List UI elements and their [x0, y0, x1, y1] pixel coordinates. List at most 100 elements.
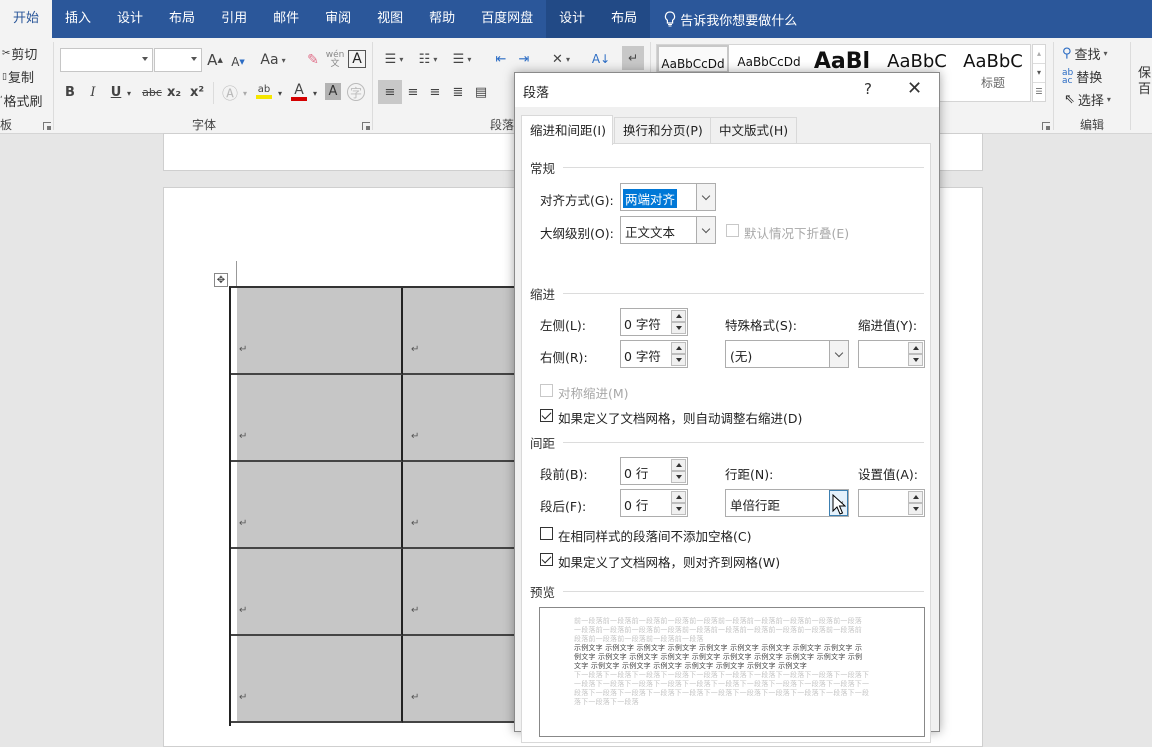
- spin-up-icon[interactable]: [671, 310, 686, 322]
- chevron-down-icon[interactable]: ▾: [311, 86, 319, 100]
- scroll-down-icon[interactable]: ▾: [1033, 63, 1045, 82]
- special-dropdown-button[interactable]: [829, 341, 848, 367]
- outline-level-select[interactable]: 正文文本: [620, 216, 716, 244]
- increase-indent-icon[interactable]: ⇥: [515, 50, 533, 68]
- styles-launcher-icon[interactable]: [1042, 122, 1050, 130]
- select-button[interactable]: ⇖ 选择 ▾: [1064, 90, 1111, 109]
- line-spacing-select[interactable]: 单倍行距: [725, 489, 849, 517]
- spacing-before-spinner[interactable]: 0 行: [620, 457, 688, 485]
- cut-button[interactable]: ✂ 剪切: [2, 44, 37, 63]
- alignment-select[interactable]: 两端对齐: [620, 183, 716, 211]
- tab-table-layout[interactable]: 布局: [598, 0, 651, 38]
- baidu-save-button[interactable]: 保百: [1138, 66, 1151, 98]
- underline-button[interactable]: U: [109, 82, 123, 102]
- font-name-combo[interactable]: [60, 48, 153, 72]
- phonetic-guide-icon[interactable]: wén 文: [326, 50, 345, 70]
- tell-me-box[interactable]: 告诉我你想要做什么: [650, 10, 797, 29]
- multilevel-list-icon[interactable]: ☰ ▾: [448, 50, 476, 68]
- font-launcher-icon[interactable]: [362, 122, 370, 130]
- tab-review[interactable]: 审阅: [312, 0, 364, 38]
- sort-icon[interactable]: A↓: [592, 48, 610, 70]
- close-button[interactable]: ✕: [907, 78, 922, 99]
- snap-to-grid-checkbox[interactable]: [540, 553, 553, 566]
- tab-baidu-netdisk[interactable]: 百度网盘: [468, 0, 546, 38]
- italic-button[interactable]: I: [86, 82, 100, 102]
- shrink-font-icon[interactable]: A ▼: [229, 52, 247, 72]
- style-item-normal[interactable]: AaBbCcDd: [657, 45, 729, 73]
- document-table[interactable]: ↵ ↵ ↵ ↵ ↵ ↵ ↵ ↵ ↵ ↵: [229, 286, 533, 726]
- font-color-icon[interactable]: A: [290, 82, 308, 102]
- character-border-icon[interactable]: A: [348, 50, 366, 68]
- scroll-up-icon[interactable]: ▴: [1033, 45, 1045, 63]
- alignment-dropdown-button[interactable]: [696, 184, 715, 210]
- asian-layout-icon[interactable]: ✕ ▾: [548, 50, 574, 68]
- tab-line-page-breaks[interactable]: 换行和分页(P): [614, 117, 712, 143]
- spin-down-icon[interactable]: [908, 354, 923, 366]
- strikethrough-button[interactable]: abc: [141, 82, 163, 102]
- tab-view[interactable]: 视图: [364, 0, 416, 38]
- find-button[interactable]: ⚲ 查找 ▾: [1062, 44, 1108, 63]
- align-left-icon[interactable]: ≡: [378, 80, 402, 104]
- at-spinner[interactable]: [858, 489, 925, 517]
- outline-dropdown-button[interactable]: [696, 217, 715, 243]
- chevron-down-icon[interactable]: ▾: [276, 86, 284, 100]
- table-cell[interactable]: ↵: [231, 375, 403, 462]
- spin-down-icon[interactable]: [908, 503, 923, 515]
- tab-table-design[interactable]: 设计: [546, 0, 599, 38]
- justify-icon[interactable]: ≣: [449, 82, 467, 102]
- bullets-icon[interactable]: ☰ ▾: [380, 50, 408, 68]
- grow-font-icon[interactable]: A ▲: [206, 50, 224, 70]
- clear-formatting-icon[interactable]: ✎: [304, 50, 322, 70]
- underline-dropdown-icon[interactable]: ▾: [125, 86, 133, 100]
- spin-up-icon[interactable]: [908, 491, 923, 503]
- help-button[interactable]: ?: [864, 80, 872, 98]
- superscript-button[interactable]: x²: [189, 82, 205, 102]
- tab-indents-spacing[interactable]: 缩进和间距(I): [521, 115, 613, 145]
- table-cell[interactable]: ↵: [231, 462, 403, 549]
- table-cell[interactable]: ↵: [231, 288, 403, 375]
- distributed-icon[interactable]: ▤: [472, 82, 490, 102]
- copy-button[interactable]: ▯ 复制: [2, 67, 34, 86]
- spin-down-icon[interactable]: [671, 322, 686, 334]
- spin-up-icon[interactable]: [671, 459, 686, 471]
- table-cell[interactable]: ↵: [231, 636, 403, 723]
- chevron-down-icon[interactable]: ▾: [241, 86, 249, 100]
- enclose-characters-icon[interactable]: 字: [347, 83, 365, 101]
- tab-design[interactable]: 设计: [104, 0, 156, 38]
- align-center-icon[interactable]: ≡: [404, 82, 422, 102]
- spin-up-icon[interactable]: [671, 342, 686, 354]
- spin-up-icon[interactable]: [671, 491, 686, 503]
- mirror-indent-checkbox[interactable]: [540, 384, 553, 397]
- tab-help[interactable]: 帮助: [416, 0, 468, 38]
- table-move-handle-icon[interactable]: ✥: [214, 273, 228, 287]
- style-item-title[interactable]: AaBbC 标题: [955, 45, 1031, 101]
- replace-button[interactable]: ab ac 替换: [1062, 67, 1102, 86]
- align-right-icon[interactable]: ≡: [426, 82, 444, 102]
- highlight-color-icon[interactable]: ab: [254, 82, 274, 102]
- no-space-same-style-checkbox[interactable]: [540, 527, 553, 540]
- spin-down-icon[interactable]: [671, 471, 686, 483]
- gallery-more-icon[interactable]: ☰: [1033, 82, 1045, 101]
- tab-references[interactable]: 引用: [208, 0, 260, 38]
- show-formatting-marks-icon[interactable]: ↵: [622, 46, 644, 70]
- character-shading-icon[interactable]: A: [325, 83, 341, 100]
- special-select[interactable]: (无): [725, 340, 849, 368]
- tab-insert[interactable]: 插入: [52, 0, 104, 38]
- font-size-combo[interactable]: [154, 48, 202, 72]
- collapse-checkbox[interactable]: [726, 224, 739, 237]
- bold-button[interactable]: B: [63, 82, 77, 102]
- tab-mailings[interactable]: 邮件: [260, 0, 312, 38]
- tab-home[interactable]: 开始: [0, 0, 53, 38]
- tab-layout[interactable]: 布局: [156, 0, 208, 38]
- subscript-button[interactable]: x₂: [166, 82, 182, 102]
- text-effects-icon[interactable]: Ⓐ: [221, 82, 239, 103]
- auto-adjust-indent-checkbox[interactable]: [540, 409, 553, 422]
- indent-by-spinner[interactable]: [858, 340, 925, 368]
- change-case-button[interactable]: Aa ▾: [258, 50, 288, 70]
- styles-scroll[interactable]: ▴ ▾ ☰: [1032, 44, 1046, 102]
- format-painter-button[interactable]: ʹ 格式刷: [0, 91, 43, 110]
- spacing-after-spinner[interactable]: 0 行: [620, 489, 688, 517]
- indent-left-spinner[interactable]: 0 字符: [620, 308, 688, 336]
- clipboard-launcher-icon[interactable]: [43, 122, 51, 130]
- table-cell[interactable]: ↵: [231, 549, 403, 636]
